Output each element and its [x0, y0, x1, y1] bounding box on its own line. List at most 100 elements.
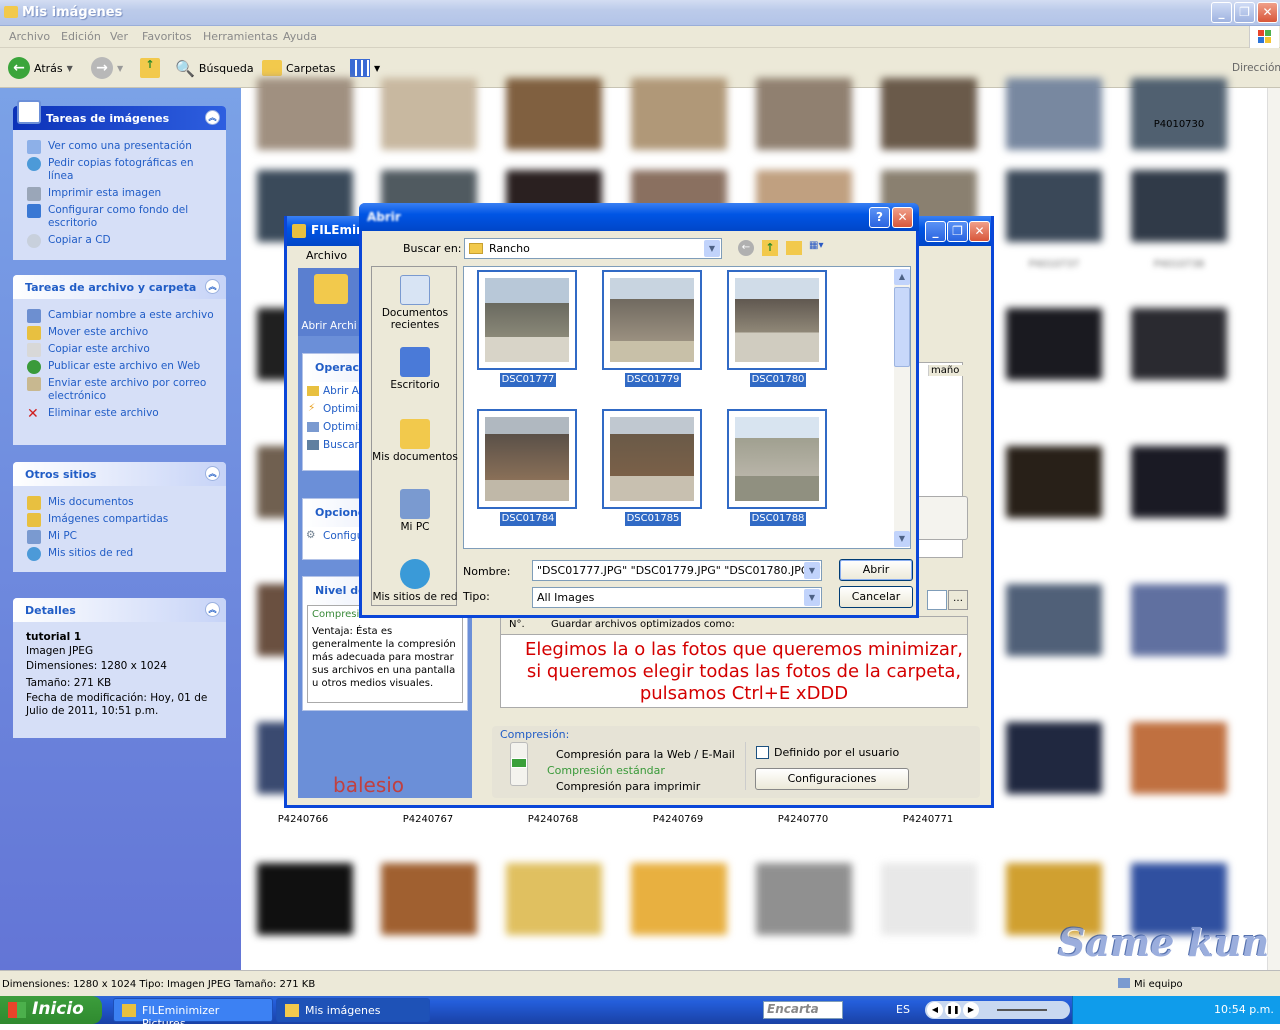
output-path-field[interactable]	[927, 590, 947, 610]
file-name[interactable]: DSC01784	[500, 512, 556, 526]
minimize-button[interactable]: _	[1211, 2, 1232, 23]
back-button[interactable]: ← Atrás ▼	[8, 56, 73, 80]
thumbnail[interactable]	[756, 863, 852, 935]
fm-close-button[interactable]: ✕	[969, 221, 990, 242]
thumbnail[interactable]	[381, 863, 477, 935]
thumbnail[interactable]	[1131, 584, 1227, 656]
thumbnail[interactable]	[257, 78, 353, 150]
thumbnail[interactable]	[381, 78, 477, 150]
up-folder-button[interactable]: ↑	[140, 56, 160, 80]
thumbnail[interactable]	[506, 863, 602, 935]
file-thumbnail[interactable]	[477, 270, 577, 370]
move-file-link[interactable]: Mover este archivo	[13, 324, 226, 341]
thumbnail[interactable]	[1006, 584, 1102, 656]
order-prints-link[interactable]: Pedir copias fotográficas en línea	[13, 155, 226, 185]
thumbnail[interactable]	[881, 863, 977, 935]
fm-menu-archivo[interactable]: Archivo	[306, 249, 347, 262]
compression-slider[interactable]	[510, 742, 528, 786]
menu-archivo[interactable]: Archivo	[9, 30, 50, 43]
media-controls[interactable]: ◀ ❚❚ ▶	[925, 1001, 1070, 1019]
compression-option-print[interactable]: Compresión para imprimir	[556, 780, 700, 793]
collapse-chevron-icon[interactable]: ︽	[205, 466, 220, 481]
thumbnail[interactable]	[1006, 308, 1102, 380]
collapse-chevron-icon[interactable]: ︽	[205, 110, 220, 125]
thumbnail[interactable]	[1131, 170, 1227, 242]
menu-ver[interactable]: Ver	[110, 30, 128, 43]
shared-pictures-link[interactable]: Imágenes compartidas	[13, 511, 226, 528]
browse-button[interactable]: …	[948, 590, 968, 610]
rename-file-link[interactable]: Cambiar nombre a este archivo	[13, 307, 226, 324]
collapse-chevron-icon[interactable]: ︽	[205, 602, 220, 617]
thumbnail[interactable]	[631, 863, 727, 935]
file-thumbnail[interactable]	[727, 270, 827, 370]
menu-ayuda[interactable]: Ayuda	[283, 30, 317, 43]
menu-favoritos[interactable]: Favoritos	[142, 30, 192, 43]
pause-icon[interactable]: ❚❚	[945, 1002, 961, 1018]
start-button[interactable]: Inicio	[0, 996, 102, 1024]
file-tasks-header[interactable]: Tareas de archivo y carpeta ︽	[13, 275, 226, 299]
dialog-close-button[interactable]: ✕	[892, 207, 913, 228]
my-computer-link[interactable]: Mi PC	[13, 528, 226, 545]
menu-herramientas[interactable]: Herramientas	[203, 30, 278, 43]
place-recent-documents[interactable]: Documentos recientes	[372, 275, 458, 331]
email-file-link[interactable]: Enviar este archivo por correo electróni…	[13, 375, 226, 405]
save-as-column-header[interactable]: Guardar archivos optimizados como:	[551, 619, 735, 630]
file-name[interactable]: DSC01777	[500, 373, 556, 387]
thumbnail[interactable]	[1131, 446, 1227, 518]
file-thumbnail[interactable]	[602, 270, 702, 370]
fm-maximize-button[interactable]: ❐	[947, 221, 968, 242]
maximize-button[interactable]: ❐	[1234, 2, 1255, 23]
look-in-dropdown[interactable]: Rancho ▼	[464, 238, 722, 259]
file-name-input[interactable]: "DSC01777.JPG" "DSC01779.JPG" "DSC01780.…	[532, 560, 822, 581]
thumbnail[interactable]	[1006, 78, 1102, 150]
details-header[interactable]: Detalles ︽	[13, 598, 226, 622]
file-name[interactable]: DSC01779	[625, 373, 681, 387]
new-folder-icon[interactable]	[786, 241, 802, 255]
folders-button[interactable]: Carpetas	[262, 56, 335, 80]
configurations-button[interactable]: Configuraciones	[755, 768, 909, 790]
copy-file-link[interactable]: Copiar este archivo	[13, 341, 226, 358]
thumbnail[interactable]	[756, 78, 852, 150]
volume-slider[interactable]	[997, 1009, 1047, 1011]
task-my-pictures[interactable]: Mis imágenes	[276, 998, 430, 1022]
copy-to-cd-link[interactable]: Copiar a CD	[13, 232, 226, 249]
task-fileminimizer[interactable]: FILEminimizer Pictures	[113, 998, 273, 1030]
help-button[interactable]: ?	[869, 207, 890, 228]
compression-option-web[interactable]: Compresión para la Web / E-Mail	[556, 748, 735, 761]
back-icon[interactable]: ←	[738, 240, 754, 256]
open-button[interactable]: Abrir	[839, 559, 913, 581]
other-places-header[interactable]: Otros sitios ︽	[13, 462, 226, 486]
thumbnail[interactable]	[1006, 170, 1102, 242]
file-name[interactable]: DSC01780	[750, 373, 806, 387]
file-name[interactable]: DSC01785	[625, 512, 681, 526]
encarta-search[interactable]: Encarta	[763, 1001, 843, 1019]
place-desktop[interactable]: Escritorio	[372, 347, 458, 391]
open-files-button[interactable]: Abrir Archi	[298, 268, 360, 336]
thumbnail[interactable]	[1006, 446, 1102, 518]
publish-web-link[interactable]: Publicar este archivo en Web	[13, 358, 226, 375]
file-thumbnail[interactable]	[602, 409, 702, 509]
up-folder-icon[interactable]: ↑	[762, 240, 778, 256]
vertical-scrollbar[interactable]	[1267, 88, 1280, 970]
print-image-link[interactable]: Imprimir esta imagen	[13, 185, 226, 202]
thumbnail[interactable]	[257, 863, 353, 935]
thumbnail[interactable]	[631, 78, 727, 150]
file-type-dropdown[interactable]: All Images ▼	[532, 587, 822, 608]
place-my-computer[interactable]: Mi PC	[372, 489, 458, 533]
set-wallpaper-link[interactable]: Configurar como fondo del escritorio	[13, 202, 226, 232]
close-button[interactable]: ✕	[1257, 2, 1278, 23]
delete-file-link[interactable]: ✕ Eliminar este archivo	[13, 405, 226, 422]
size-column-header[interactable]: maño	[928, 365, 964, 376]
clock[interactable]: 10:54 p.m.	[1214, 1003, 1274, 1016]
custom-checkbox[interactable]	[756, 746, 769, 759]
my-documents-link[interactable]: Mis documentos	[13, 494, 226, 511]
rewind-icon[interactable]: ◀	[927, 1002, 943, 1018]
search-button[interactable]: 🔍 Búsqueda	[175, 56, 254, 80]
cancel-button[interactable]: Cancelar	[839, 586, 913, 608]
forward-icon[interactable]: ▶	[963, 1002, 979, 1018]
thumbnail[interactable]	[506, 78, 602, 150]
compression-option-standard[interactable]: Compresión estándar	[547, 764, 665, 777]
file-name[interactable]: DSC01788	[750, 512, 806, 526]
thumbnail[interactable]	[1131, 722, 1227, 794]
language-indicator[interactable]: ES	[896, 1003, 910, 1016]
